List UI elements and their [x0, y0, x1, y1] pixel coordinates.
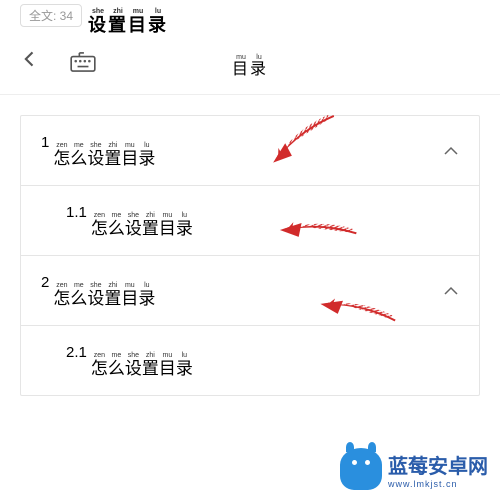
watermark-text: 蓝莓安卓网	[388, 456, 488, 478]
doc-title: she设zhi置mu目lu录	[88, 0, 168, 34]
toc-item[interactable]: 1zen怎me么she设zhi置mu目lu录	[21, 116, 479, 186]
watermark: 蓝莓安卓网 www.lmkjst.cn	[340, 448, 488, 490]
watermark-logo-icon	[340, 448, 382, 490]
toc-item[interactable]: 1.1zen怎me么she设zhi置mu目lu录	[21, 186, 479, 256]
toc-num: 1.1	[66, 204, 87, 221]
watermark-sub: www.lmkjst.cn	[388, 479, 488, 489]
header: mu目lu录	[0, 30, 500, 95]
word-count-badge: 全文: 34	[20, 4, 82, 27]
top-bar: 全文: 34 she设zhi置mu目lu录	[0, 0, 500, 30]
page-title: mu目lu录	[232, 46, 268, 78]
toc-label: 2zen怎me么she设zhi置mu目lu录	[41, 274, 155, 307]
toc-label: 1.1zen怎me么she设zhi置mu目lu录	[66, 204, 193, 237]
back-icon[interactable]	[20, 48, 40, 76]
toc-num: 1	[41, 134, 49, 151]
toc-label: 2.1zen怎me么she设zhi置mu目lu录	[66, 344, 193, 377]
chevron-up-icon[interactable]	[443, 143, 459, 159]
toc-item[interactable]: 2zen怎me么she设zhi置mu目lu录	[21, 256, 479, 326]
toc-num: 2.1	[66, 344, 87, 361]
toc-label: 1zen怎me么she设zhi置mu目lu录	[41, 134, 155, 167]
toc-container: 1zen怎me么she设zhi置mu目lu录 1.1zen怎me么she设zhi置…	[0, 95, 500, 416]
chevron-up-icon[interactable]	[443, 283, 459, 299]
toc-list: 1zen怎me么she设zhi置mu目lu录 1.1zen怎me么she设zhi置…	[20, 115, 480, 396]
toc-item[interactable]: 2.1zen怎me么she设zhi置mu目lu录	[21, 326, 479, 395]
toc-num: 2	[41, 274, 49, 291]
keyboard-icon[interactable]	[70, 52, 96, 72]
